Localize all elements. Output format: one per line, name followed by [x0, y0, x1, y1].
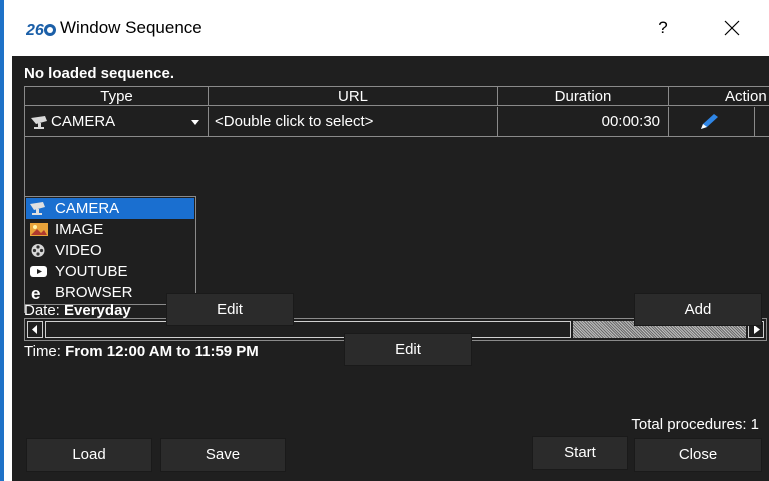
dropdown-option-video[interactable]: VIDEO: [26, 240, 194, 261]
window-title: Window Sequence: [60, 18, 202, 37]
youtube-icon: [30, 266, 47, 277]
browser-icon: e: [31, 285, 40, 300]
arrow-right-icon: [754, 325, 760, 334]
column-header-action[interactable]: Action: [669, 87, 769, 106]
column-header-type[interactable]: Type: [25, 87, 209, 106]
url-cell[interactable]: <Double click to select>: [209, 107, 498, 137]
type-dropdown-list[interactable]: CAMERA IMAGE VIDEO YOUTUBE e BROWSER: [24, 196, 196, 305]
type-combobox-value: CAMERA: [51, 113, 116, 130]
image-icon: [30, 223, 48, 236]
time-label: Time: From 12:00 AM to 11:59 PM: [24, 343, 259, 360]
action-cell-extra[interactable]: [755, 107, 769, 137]
window-left-border: [0, 48, 12, 481]
svg-text:e: e: [31, 285, 40, 300]
duration-cell[interactable]: 00:00:30: [498, 107, 669, 137]
dropdown-option-label: BROWSER: [55, 284, 133, 301]
title-bar: 26 Window Sequence ?: [0, 0, 769, 48]
dialog-body: No loaded sequence. Type URL Duration Ac…: [12, 56, 769, 481]
camera-icon: [31, 116, 47, 129]
dropdown-option-camera[interactable]: CAMERA: [26, 198, 194, 219]
close-button[interactable]: Close: [634, 438, 762, 472]
date-value: Everyday: [64, 302, 131, 319]
arrow-left-icon: [32, 325, 37, 334]
time-label-text: Time:: [24, 343, 61, 360]
column-header-duration[interactable]: Duration: [498, 87, 669, 106]
close-window-icon[interactable]: [714, 14, 750, 42]
window-sequence-dialog: 26 Window Sequence ? No loaded sequence.…: [0, 0, 769, 481]
help-button[interactable]: ?: [649, 14, 677, 42]
date-label-text: Date:: [24, 302, 60, 319]
app-logo-icon: 26: [26, 22, 56, 38]
dropdown-option-label: YOUTUBE: [55, 263, 128, 280]
scrollbar-thumb[interactable]: [45, 321, 571, 338]
video-reel-icon: [31, 244, 45, 257]
chevron-down-icon[interactable]: [191, 120, 199, 125]
sequence-status: No loaded sequence.: [24, 65, 175, 82]
type-combobox[interactable]: CAMERA: [25, 107, 209, 137]
date-label: Date: Everyday: [24, 302, 131, 319]
app-logo-text: 26: [26, 22, 44, 38]
total-procedures: Total procedures: 1: [631, 416, 759, 433]
start-button[interactable]: Start: [532, 436, 628, 470]
dropdown-option-label: VIDEO: [55, 242, 102, 259]
time-value: From 12:00 AM to 11:59 PM: [65, 343, 259, 360]
column-header-url[interactable]: URL: [209, 87, 498, 106]
save-button[interactable]: Save: [160, 438, 286, 472]
dropdown-option-youtube[interactable]: YOUTUBE: [26, 261, 194, 282]
pencil-icon: [701, 114, 718, 129]
edit-date-button[interactable]: Edit: [166, 293, 294, 326]
load-button[interactable]: Load: [26, 438, 152, 472]
edit-action-button[interactable]: [669, 107, 755, 137]
dropdown-option-image[interactable]: IMAGE: [26, 219, 194, 240]
dropdown-option-label: IMAGE: [55, 221, 104, 238]
edit-time-button[interactable]: Edit: [344, 333, 472, 366]
add-button[interactable]: Add: [634, 293, 762, 326]
dropdown-option-label: CAMERA: [55, 200, 120, 217]
scroll-left-button[interactable]: [27, 321, 43, 338]
camera-icon: [30, 202, 45, 215]
